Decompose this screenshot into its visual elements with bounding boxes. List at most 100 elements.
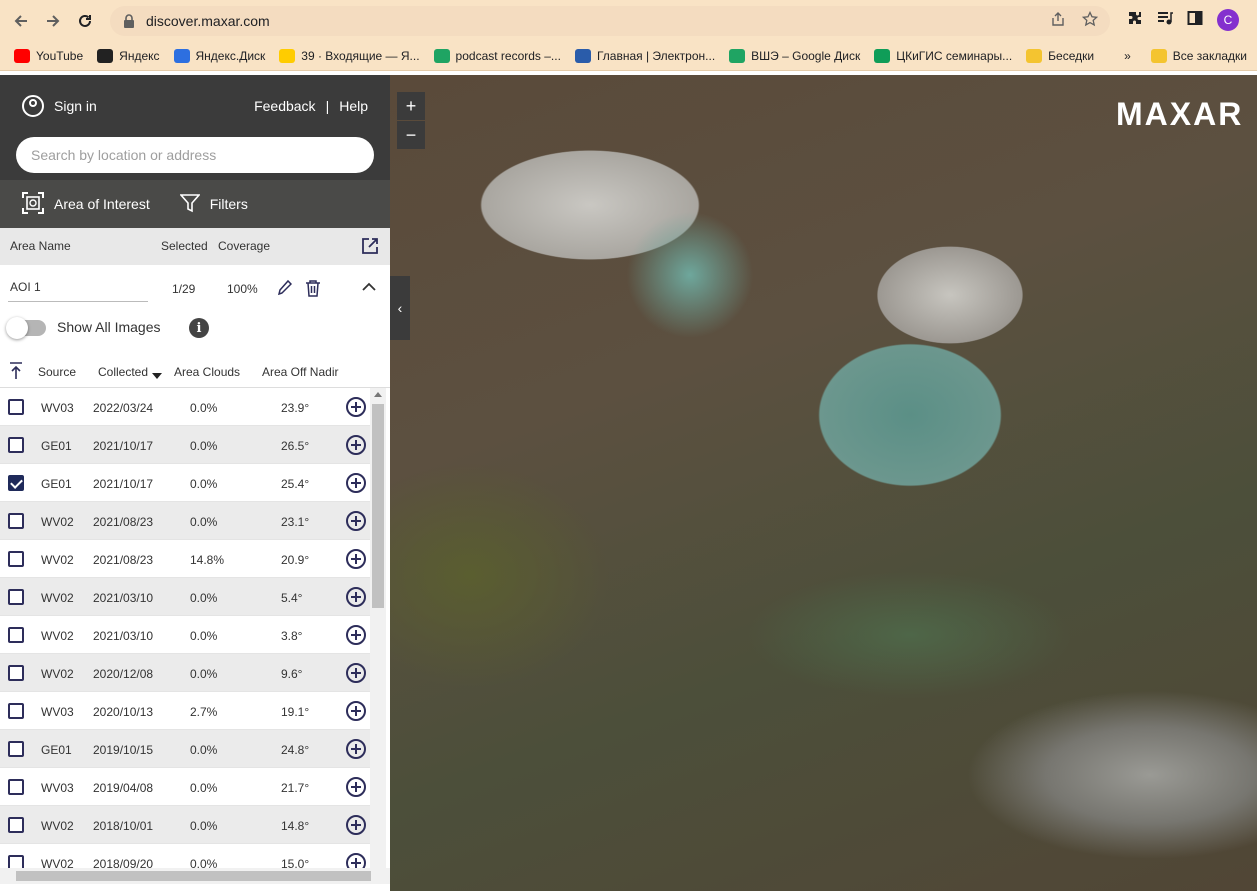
table-row[interactable]: WV03 2022/03/24 0.0% 23.9° — [0, 388, 370, 426]
add-circle-icon[interactable] — [346, 511, 366, 531]
table-row[interactable]: WV02 2018/09/20 0.0% 15.0° — [0, 844, 370, 868]
table-row[interactable]: GE01 2021/10/17 0.0% 25.4° — [0, 464, 370, 502]
bookmark-favicon-icon — [874, 49, 891, 63]
bookmarks-bar: YouTube Яндекс Яндекс.Диск 39 · Входящие — … — [0, 42, 1257, 71]
sort-top-icon[interactable] — [9, 362, 23, 383]
table-row[interactable]: WV02 2021/08/23 0.0% 23.1° — [0, 502, 370, 540]
vertical-scrollbar[interactable] — [370, 388, 386, 868]
user-icon — [22, 95, 44, 117]
show-all-images-row: Show All Images i — [0, 311, 390, 353]
row-checkbox[interactable] — [8, 399, 24, 415]
col-source[interactable]: Source — [38, 365, 76, 379]
bookmark-item[interactable]: Яндекс.Диск — [173, 49, 265, 63]
all-bookmarks-folder[interactable]: Все закладки — [1150, 49, 1247, 63]
add-circle-icon[interactable] — [346, 473, 366, 493]
row-checkbox[interactable] — [8, 817, 24, 833]
add-circle-icon[interactable] — [346, 397, 366, 417]
bookmark-item[interactable]: 39 · Входящие — Я... — [279, 49, 420, 63]
profile-avatar[interactable]: C — [1217, 9, 1239, 31]
bookmark-item[interactable]: podcast records –... — [433, 49, 561, 63]
aoi-row[interactable]: AOI 1 1/29 100% — [0, 265, 390, 311]
col-off-nadir[interactable]: Area Off Nadir — [262, 365, 338, 379]
collapse-panel-button[interactable]: ‹ — [390, 276, 410, 340]
reload-icon[interactable] — [74, 10, 96, 32]
export-icon[interactable] — [361, 237, 379, 258]
table-row[interactable]: GE01 2019/10/15 0.0% 24.8° — [0, 730, 370, 768]
scroll-thumb[interactable] — [372, 404, 384, 608]
zoom-out-button[interactable]: − — [397, 121, 425, 149]
table-row[interactable]: WV02 2020/12/08 0.0% 9.6° — [0, 654, 370, 692]
col-area-clouds[interactable]: Area Clouds — [174, 365, 240, 379]
row-checkbox[interactable] — [8, 665, 24, 681]
satellite-map[interactable] — [390, 75, 1257, 891]
trash-icon[interactable] — [305, 279, 321, 300]
add-circle-icon[interactable] — [346, 587, 366, 607]
share-icon[interactable] — [1050, 11, 1066, 32]
zoom-in-button[interactable]: + — [397, 92, 425, 120]
add-circle-icon[interactable] — [346, 549, 366, 569]
row-checkbox[interactable] — [8, 437, 24, 453]
col-collected[interactable]: Collected — [98, 365, 148, 379]
bookmark-item[interactable]: Беседки — [1026, 49, 1094, 63]
row-checkbox[interactable] — [8, 779, 24, 795]
forward-icon[interactable] — [42, 10, 64, 32]
table-row[interactable]: GE01 2021/10/17 0.0% 26.5° — [0, 426, 370, 464]
bookmarks-overflow-button[interactable]: » — [1124, 49, 1131, 63]
cell-collected: 2021/08/23 — [93, 553, 154, 567]
row-checkbox[interactable] — [8, 741, 24, 757]
add-circle-icon[interactable] — [346, 815, 366, 835]
add-circle-icon[interactable] — [346, 625, 366, 645]
bookmark-item[interactable]: ВШЭ – Google Диск — [729, 49, 860, 63]
table-row[interactable]: WV03 2019/04/08 0.0% 21.7° — [0, 768, 370, 806]
table-row[interactable]: WV03 2020/10/13 2.7% 19.1° — [0, 692, 370, 730]
row-checkbox[interactable] — [8, 855, 24, 868]
table-row[interactable]: WV02 2018/10/01 0.0% 14.8° — [0, 806, 370, 844]
feedback-link[interactable]: Feedback — [254, 98, 315, 114]
lock-icon — [122, 14, 136, 28]
add-circle-icon[interactable] — [346, 853, 366, 868]
row-checkbox[interactable] — [8, 475, 24, 491]
edit-icon[interactable] — [276, 279, 293, 300]
extensions-icon[interactable] — [1127, 10, 1143, 31]
tab-filters[interactable]: Filters — [178, 193, 248, 216]
bookmark-item[interactable]: Главная | Электрон... — [574, 49, 716, 63]
sort-down-icon[interactable] — [152, 368, 162, 382]
tab-area-of-interest[interactable]: Area of Interest — [22, 191, 150, 217]
scroll-up-arrow[interactable] — [374, 392, 382, 397]
hscroll-thumb[interactable] — [16, 871, 371, 881]
add-circle-icon[interactable] — [346, 739, 366, 759]
add-circle-icon[interactable] — [346, 701, 366, 721]
address-bar[interactable]: discover.maxar.com — [110, 6, 1110, 36]
row-checkbox[interactable] — [8, 589, 24, 605]
bookmark-label: Главная | Электрон... — [596, 49, 716, 63]
bookmark-item[interactable]: ЦКиГИС семинары... — [874, 49, 1012, 63]
cell-collected: 2018/09/20 — [93, 857, 154, 868]
cell-collected: 2019/04/08 — [93, 781, 154, 795]
row-checkbox[interactable] — [8, 513, 24, 529]
add-circle-icon[interactable] — [346, 663, 366, 683]
back-icon[interactable] — [10, 10, 32, 32]
sidepanel-icon[interactable] — [1187, 10, 1203, 31]
aoi-name[interactable]: AOI 1 — [10, 280, 41, 294]
table-row[interactable]: WV02 2021/03/10 0.0% 5.4° — [0, 578, 370, 616]
horizontal-scrollbar[interactable] — [0, 868, 390, 884]
info-icon[interactable]: i — [189, 318, 209, 338]
media-icon[interactable] — [1157, 10, 1173, 31]
table-row[interactable]: WV02 2021/03/10 0.0% 3.8° — [0, 616, 370, 654]
help-link[interactable]: Help — [339, 98, 368, 114]
chevron-up-icon[interactable] — [362, 281, 376, 295]
cell-source: WV02 — [41, 591, 74, 605]
table-row[interactable]: WV02 2021/08/23 14.8% 20.9° — [0, 540, 370, 578]
row-checkbox[interactable] — [8, 703, 24, 719]
bookmark-item[interactable]: YouTube — [14, 49, 83, 63]
add-circle-icon[interactable] — [346, 435, 366, 455]
row-checkbox[interactable] — [8, 551, 24, 567]
bookmark-star-icon[interactable] — [1081, 10, 1099, 32]
search-input[interactable] — [16, 137, 374, 173]
cell-source: GE01 — [41, 743, 72, 757]
show-all-images-toggle[interactable] — [6, 317, 46, 339]
bookmark-item[interactable]: Яндекс — [97, 49, 160, 63]
add-circle-icon[interactable] — [346, 777, 366, 797]
row-checkbox[interactable] — [8, 627, 24, 643]
signin-button[interactable]: Sign in — [22, 95, 97, 117]
